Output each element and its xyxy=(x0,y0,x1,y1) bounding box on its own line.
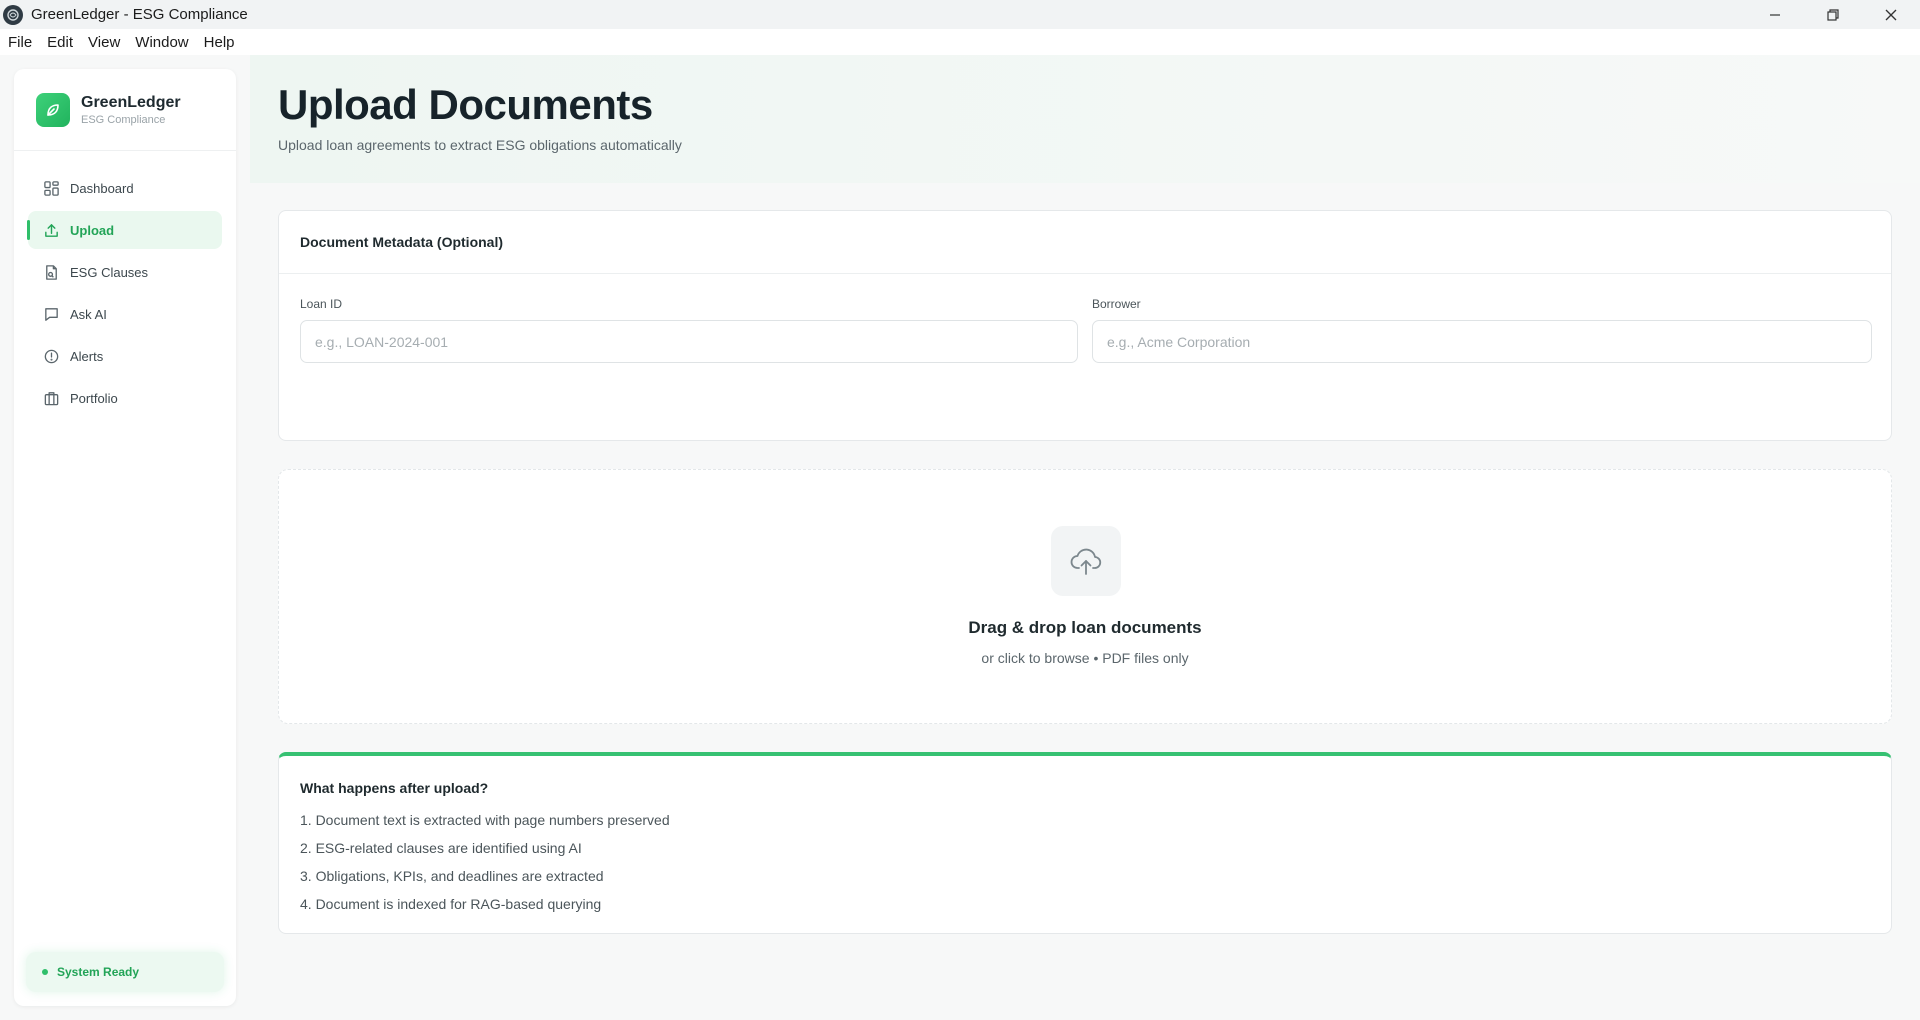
sidebar: GreenLedger ESG Compliance Dashboard Upl… xyxy=(14,69,236,1006)
window-title: GreenLedger - ESG Compliance xyxy=(31,6,248,23)
page-header: Upload Documents Upload loan agreements … xyxy=(250,55,1920,183)
loan-id-label: Loan ID xyxy=(300,297,343,311)
sidebar-item-upload[interactable]: Upload xyxy=(27,211,222,249)
sidebar-item-label: Ask AI xyxy=(70,306,107,322)
borrower-label: Borrower xyxy=(1092,297,1141,311)
sidebar-item-label: ESG Clauses xyxy=(70,264,149,280)
chat-icon xyxy=(42,305,60,323)
sidebar-item-esg-clauses[interactable]: ESG Clauses xyxy=(28,253,222,291)
dashboard-icon xyxy=(42,179,60,197)
sidebar-item-dashboard[interactable]: Dashboard xyxy=(28,169,222,207)
document-icon xyxy=(42,263,60,281)
menu-file[interactable]: File xyxy=(8,34,32,51)
brand-name: GreenLedger xyxy=(81,93,181,111)
menu-view[interactable]: View xyxy=(88,34,120,51)
leaf-icon xyxy=(36,92,70,127)
steps-list: 1. Document text is extracted with page … xyxy=(300,811,670,923)
minimize-icon[interactable] xyxy=(1746,0,1804,29)
brand: GreenLedger ESG Compliance xyxy=(14,69,236,151)
dropzone-title: Drag & drop loan documents xyxy=(968,618,1202,637)
page-subtitle: Upload loan agreements to extract ESG ob… xyxy=(278,137,682,153)
title-bar: GreenLedger - ESG Compliance xyxy=(0,0,1920,29)
upload-dropzone[interactable]: Drag & drop loan documents or click to b… xyxy=(278,469,1892,724)
brand-subtitle: ESG Compliance xyxy=(81,113,166,126)
borrower-input[interactable] xyxy=(1092,320,1872,363)
status-label: System Ready xyxy=(57,965,140,979)
borrower-field: Borrower xyxy=(1092,297,1872,363)
loan-id-input[interactable] xyxy=(300,320,1078,363)
sidebar-item-label: Dashboard xyxy=(70,180,134,196)
status-dot-icon xyxy=(42,969,48,975)
sidebar-item-label: Upload xyxy=(70,222,115,238)
menu-window[interactable]: Window xyxy=(135,34,188,51)
sidebar-nav: Dashboard Upload ESG Clauses Ask AI Aler… xyxy=(14,151,236,417)
list-item: 2. ESG-related clauses are identified us… xyxy=(300,840,582,856)
info-card: What happens after upload? 1. Document t… xyxy=(278,752,1892,934)
app-logo-icon xyxy=(3,4,23,25)
list-item: 4. Document is indexed for RAG-based que… xyxy=(300,896,602,912)
window-controls xyxy=(1746,0,1920,29)
status-badge: System Ready xyxy=(26,952,224,992)
cloud-upload-icon xyxy=(1051,526,1121,596)
dropzone-subtitle: or click to browse • PDF files only xyxy=(981,650,1189,666)
info-title: What happens after upload? xyxy=(300,780,489,796)
app-content: GreenLedger ESG Compliance Dashboard Upl… xyxy=(0,55,1920,1020)
list-item: 3. Obligations, KPIs, and deadlines are … xyxy=(300,868,604,884)
loan-id-field: Loan ID xyxy=(300,297,1078,363)
menu-help[interactable]: Help xyxy=(204,34,235,51)
sidebar-item-alerts[interactable]: Alerts xyxy=(28,337,222,375)
sidebar-item-label: Portfolio xyxy=(70,390,118,406)
close-icon[interactable] xyxy=(1862,0,1920,29)
menu-edit[interactable]: Edit xyxy=(47,34,73,51)
upload-icon xyxy=(42,221,60,239)
metadata-card: Document Metadata (Optional) Loan ID Bor… xyxy=(278,210,1892,441)
sidebar-item-ask-ai[interactable]: Ask AI xyxy=(28,295,222,333)
metadata-title: Document Metadata (Optional) xyxy=(279,211,1891,274)
page-title: Upload Documents xyxy=(278,81,653,128)
restore-icon[interactable] xyxy=(1804,0,1862,29)
sidebar-item-label: Alerts xyxy=(70,348,104,364)
briefcase-icon xyxy=(42,389,60,407)
alert-icon xyxy=(42,347,60,365)
menu-bar: File Edit View Window Help xyxy=(0,29,1920,55)
sidebar-item-portfolio[interactable]: Portfolio xyxy=(28,379,222,417)
list-item: 1. Document text is extracted with page … xyxy=(300,812,670,828)
